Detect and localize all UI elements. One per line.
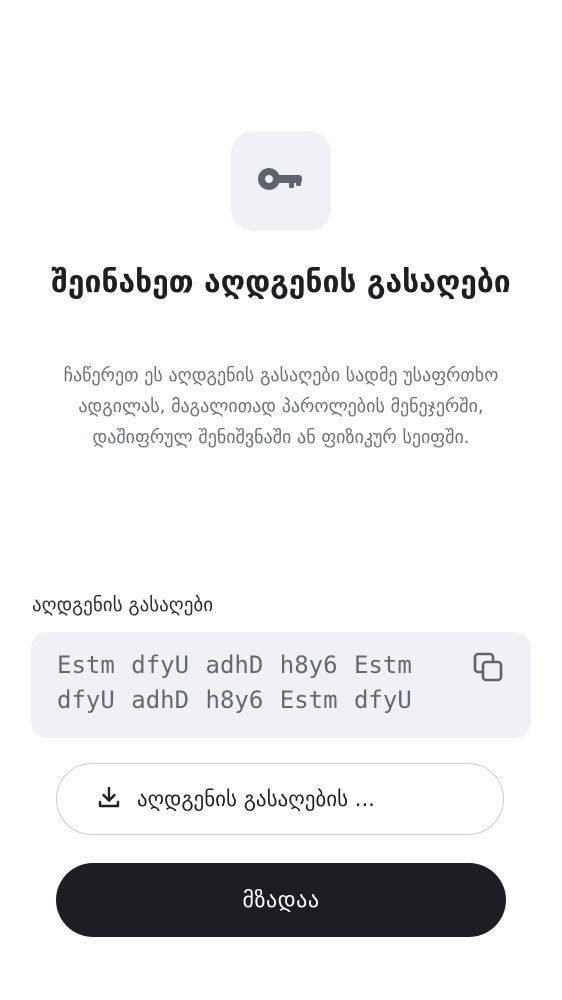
key-icon [257,165,305,197]
download-recovery-key-button[interactable]: აღდგენის გასაღების ... [56,763,504,835]
page-description: ჩაწერეთ ეს აღდგენის გასაღები სადმე უსაფრ… [63,365,499,448]
download-button-label: აღდგენის გასაღების ... [137,787,375,811]
done-button[interactable]: მზადაა [56,863,506,937]
recovery-key-value: Estm dfyU adhD h8y6 Estm dfyU adhD h8y6 … [57,651,412,714]
page-title: შეინახეთ აღდგენის გასაღები [51,265,511,300]
recovery-key-label: აღდგენის გასაღები [32,594,214,616]
download-icon [97,785,121,813]
recovery-key-box: Estm dfyU adhD h8y6 Estm dfyU adhD h8y6 … [31,632,531,738]
done-button-label: მზადაა [242,887,320,913]
copy-button[interactable] [471,652,505,686]
copy-icon [473,652,503,686]
key-icon-tile [231,131,331,231]
